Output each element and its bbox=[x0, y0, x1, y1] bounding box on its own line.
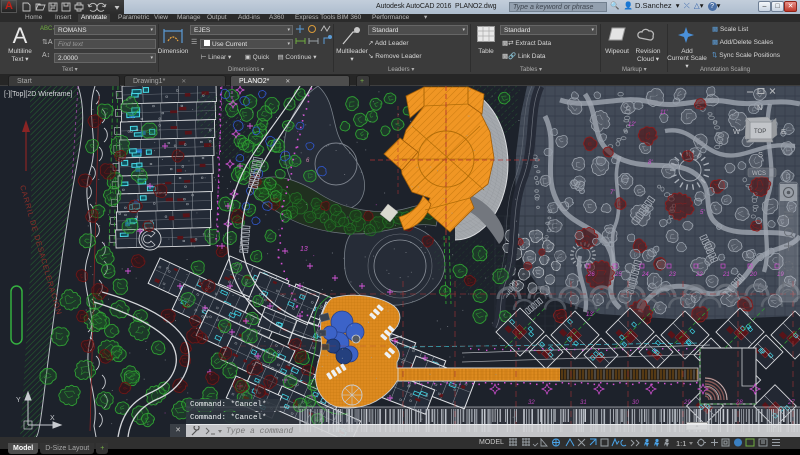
svg-text:23: 23 bbox=[668, 272, 676, 278]
svg-text:30: 30 bbox=[632, 400, 639, 406]
svg-text:13': 13' bbox=[586, 312, 595, 318]
svg-text:[-][Top][2D Wireframe]: [-][Top][2D Wireframe] bbox=[4, 91, 73, 98]
svg-text:31: 31 bbox=[580, 400, 587, 406]
svg-text:S: S bbox=[758, 150, 763, 159]
svg-text:E: E bbox=[781, 127, 786, 136]
svg-text:25: 25 bbox=[614, 272, 622, 278]
svg-text:Y: Y bbox=[16, 397, 21, 404]
svg-text:28: 28 bbox=[735, 400, 743, 406]
svg-text:11': 11' bbox=[660, 110, 668, 116]
svg-text:21: 21 bbox=[722, 272, 730, 278]
svg-text:TOP: TOP bbox=[754, 129, 766, 135]
svg-text:20: 20 bbox=[749, 272, 757, 278]
svg-text:29: 29 bbox=[683, 400, 691, 406]
svg-text:24: 24 bbox=[641, 272, 649, 278]
svg-text:X: X bbox=[50, 415, 55, 422]
svg-text:27: 27 bbox=[787, 400, 795, 406]
svg-text:22: 22 bbox=[695, 272, 703, 278]
svg-text:N: N bbox=[757, 103, 762, 112]
svg-text:26: 26 bbox=[587, 272, 595, 278]
svg-text:32: 32 bbox=[528, 400, 535, 406]
svg-text:12': 12' bbox=[628, 122, 637, 128]
svg-text:13: 13 bbox=[300, 246, 308, 253]
svg-text:1:1: 1:1 bbox=[676, 439, 686, 448]
svg-text:W: W bbox=[733, 127, 741, 136]
svg-text:WCS: WCS bbox=[752, 171, 766, 177]
